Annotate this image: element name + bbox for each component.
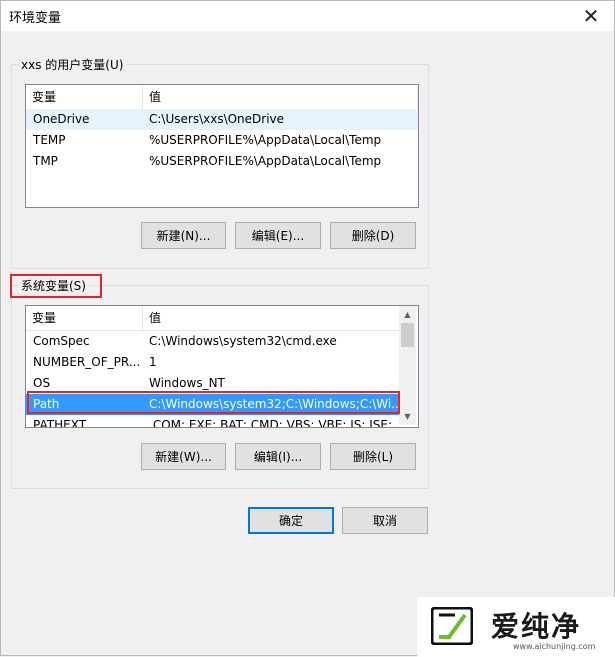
scroll-down-icon[interactable]: ▼ xyxy=(399,408,416,425)
title-bar: 环境变量 ✕ xyxy=(1,1,614,31)
column-header-value[interactable]: 值 xyxy=(143,85,418,109)
list-item[interactable]: TMP %USERPROFILE%\AppData\Local\Temp xyxy=(26,151,418,172)
user-edit-button[interactable]: 编辑(E)... xyxy=(235,222,321,249)
scroll-up-icon[interactable]: ▲ xyxy=(399,306,416,323)
list-header: 变量 值 xyxy=(26,306,401,331)
column-header-variable[interactable]: 变量 xyxy=(26,306,143,330)
watermark-url: www.aichunjing.com xyxy=(513,642,596,651)
variable-name: ComSpec xyxy=(33,334,90,348)
ok-button[interactable]: 确定 xyxy=(248,507,334,534)
column-header-variable[interactable]: 变量 xyxy=(26,85,143,109)
variable-value: .COM;.EXE;.BAT;.CMD;.VBS;.VBE;.JS;.JSE;.… xyxy=(149,418,399,428)
list-item[interactable]: TEMP %USERPROFILE%\AppData\Local\Temp xyxy=(26,130,418,151)
list-header: 变量 值 xyxy=(26,85,418,110)
variable-name: PATHEXT xyxy=(33,418,87,428)
variable-name: NUMBER_OF_PR... xyxy=(33,355,141,369)
variable-name: TEMP xyxy=(33,133,66,147)
variable-value: %USERPROFILE%\AppData\Local\Temp xyxy=(149,154,382,168)
list-item[interactable]: NUMBER_OF_PR... 1 xyxy=(26,352,401,373)
user-variables-label: xxs 的用户变量(U) xyxy=(18,56,127,73)
vertical-scrollbar[interactable]: ▲ ▼ xyxy=(399,306,416,425)
scroll-thumb[interactable] xyxy=(401,323,414,347)
variable-value: C:\Users\xxs\OneDrive xyxy=(149,112,285,126)
window-title: 环境变量 xyxy=(9,11,62,26)
list-item[interactable]: PATHEXT .COM;.EXE;.BAT;.CMD;.VBS;.VBE;.J… xyxy=(26,415,401,428)
watermark: 爱纯净 www.aichunjing.com xyxy=(417,597,615,657)
list-item[interactable]: OneDrive C:\Users\xxs\OneDrive xyxy=(26,109,418,130)
variable-value: C:\Windows\system32\cmd.exe xyxy=(149,334,337,348)
column-header-value[interactable]: 值 xyxy=(143,306,401,330)
user-new-button[interactable]: 新建(N)... xyxy=(141,222,226,249)
system-delete-button[interactable]: 删除(L) xyxy=(330,443,416,470)
system-new-button[interactable]: 新建(W)... xyxy=(141,443,226,470)
variable-name: TMP xyxy=(33,154,58,168)
user-delete-button[interactable]: 删除(D) xyxy=(330,222,416,249)
brand-logo-icon xyxy=(431,607,473,645)
highlight-box-path-row xyxy=(27,391,400,414)
system-edit-button[interactable]: 编辑(I)... xyxy=(235,443,321,470)
close-icon[interactable]: ✕ xyxy=(568,1,614,31)
cancel-button[interactable]: 取消 xyxy=(342,507,428,534)
watermark-brand: 爱纯净 xyxy=(491,610,582,643)
variable-name: OneDrive xyxy=(33,112,90,126)
environment-variables-dialog: 环境变量 ✕ xxs 的用户变量(U) 变量 值 OneDrive C:\Use… xyxy=(0,0,615,657)
variable-value: %USERPROFILE%\AppData\Local\Temp xyxy=(149,133,382,147)
highlight-box-system-label xyxy=(10,274,102,298)
user-variables-list[interactable]: 变量 值 OneDrive C:\Users\xxs\OneDrive TEMP… xyxy=(25,84,419,208)
variable-value: 1 xyxy=(149,355,157,369)
list-item[interactable]: ComSpec C:\Windows\system32\cmd.exe xyxy=(26,331,401,352)
